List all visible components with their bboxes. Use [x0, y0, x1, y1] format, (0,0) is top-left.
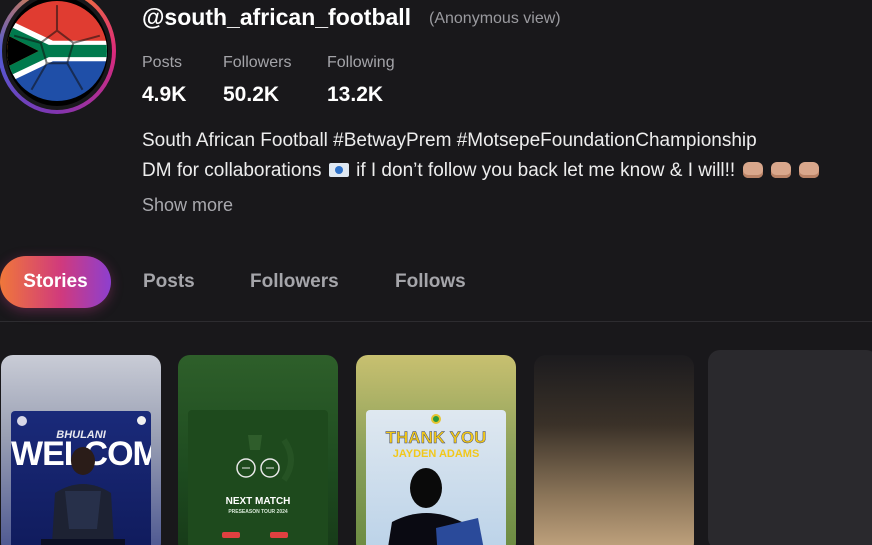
avatar-inner [2, 0, 112, 110]
bio-line-2-start: DM for collaborations [142, 160, 322, 181]
tab-followers[interactable]: Followers [250, 256, 339, 308]
south-africa-flag-football-icon [6, 0, 108, 106]
sponsor-logo-icon [222, 532, 240, 538]
bio-line-1: South African Football #BetwayPrem #Mots… [142, 130, 757, 151]
avatar[interactable] [0, 0, 116, 114]
fist-emoji-icon [771, 162, 792, 178]
bio-line-2-end: if I don’t follow you back let me know &… [356, 160, 736, 181]
stat-posts-label: Posts [142, 54, 183, 71]
story-thumbnail-4[interactable] [534, 355, 694, 545]
tab-stories[interactable]: Stories [0, 256, 111, 308]
tab-follows[interactable]: Follows [395, 256, 466, 308]
stat-following[interactable]: Following 13.2K [327, 54, 395, 107]
player-silhouette-icon [41, 447, 125, 545]
bio-line-2: DM for collaborations if I don’t follow … [142, 160, 820, 182]
trophy-icon [236, 435, 294, 482]
story-thumbnail-5[interactable] [708, 350, 872, 545]
fist-emoji-icon [799, 162, 820, 178]
stat-followers-label: Followers [223, 54, 292, 71]
stat-followers-value: 50.2K [223, 83, 280, 106]
story-thumbnail-1[interactable]: BHULANI WELCOME [1, 355, 161, 545]
stat-following-value: 13.2K [327, 83, 384, 106]
fist-emoji-icon [743, 162, 764, 178]
club-badge-icon [17, 416, 27, 426]
stat-following-label: Following [327, 54, 395, 71]
stat-followers[interactable]: Followers 50.2K [223, 54, 291, 107]
tab-posts[interactable]: Posts [143, 256, 195, 308]
tabs-divider [0, 321, 872, 322]
email-emoji-icon [328, 163, 349, 177]
stat-posts-value: 4.9K [142, 83, 187, 106]
story-1-card: BHULANI WELCOME [11, 411, 151, 545]
story-2-card: NEXT MATCH PRESEASON TOUR 2024 [188, 410, 328, 545]
badge-icon [137, 416, 146, 425]
show-more-link[interactable]: Show more [142, 195, 233, 216]
story-2-title: NEXT MATCH [225, 496, 291, 507]
profile-tabs: Stories Posts Followers Follows [0, 256, 872, 308]
story-thumbnail-3[interactable]: THANK YOU JAYDEN ADAMS [356, 355, 516, 545]
stat-posts[interactable]: Posts 4.9K [142, 54, 186, 107]
story-3-card: THANK YOU JAYDEN ADAMS [366, 410, 506, 545]
story-thumbnail-2[interactable]: NEXT MATCH PRESEASON TOUR 2024 [178, 355, 338, 545]
view-mode-label: (Anonymous view) [429, 10, 561, 27]
username: @south_african_football [142, 4, 412, 30]
story-2-subtitle: PRESEASON TOUR 2024 [228, 509, 288, 515]
sponsor-logo-icon [270, 532, 288, 538]
player-silhouette-icon [388, 468, 484, 545]
